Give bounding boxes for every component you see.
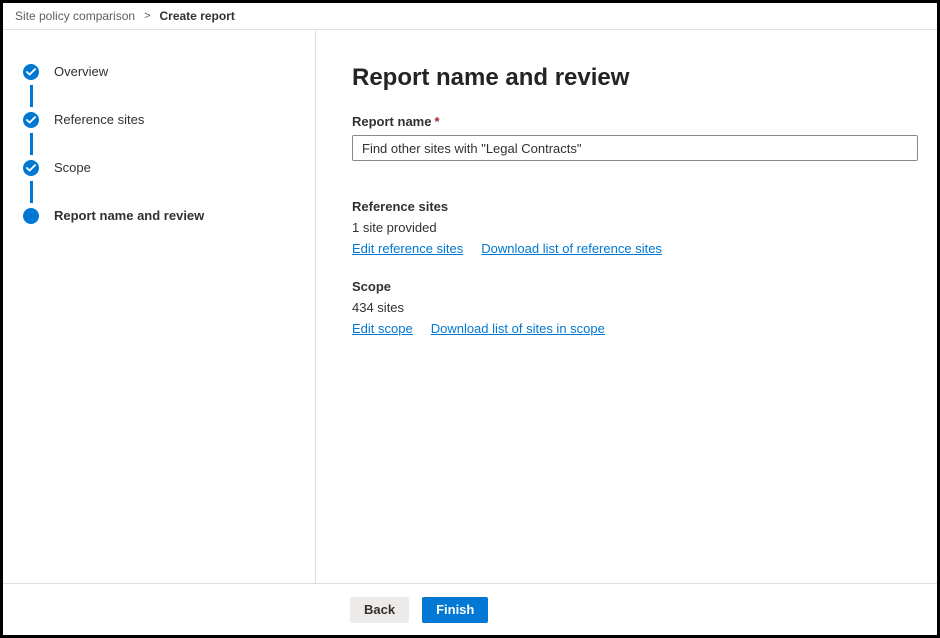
step-label-overview: Overview: [54, 64, 108, 80]
back-button[interactable]: Back: [350, 597, 409, 623]
step-scope[interactable]: Scope: [23, 160, 315, 208]
content-area: Overview Reference sites Scope Report na…: [3, 30, 937, 583]
page-title: Report name and review: [352, 64, 918, 92]
check-icon: [23, 112, 39, 128]
download-sites-in-scope-link[interactable]: Download list of sites in scope: [431, 321, 605, 337]
step-report-name-and-review[interactable]: Report name and review: [23, 208, 315, 224]
check-icon: [23, 64, 39, 80]
scope-summary: 434 sites: [352, 300, 918, 316]
step-reference-sites[interactable]: Reference sites: [23, 112, 315, 160]
wizard-steps-sidebar: Overview Reference sites Scope Report na…: [3, 30, 316, 583]
edit-reference-sites-link[interactable]: Edit reference sites: [352, 241, 463, 257]
step-label-report-name-and-review: Report name and review: [54, 208, 204, 224]
report-name-label-row: Report name*: [352, 114, 918, 129]
required-asterisk: *: [434, 114, 439, 129]
scope-links: Edit scope Download list of sites in sco…: [352, 321, 918, 337]
wizard-footer: Back Finish: [3, 583, 937, 635]
finish-button[interactable]: Finish: [422, 597, 488, 623]
breadcrumb-chevron-icon: >: [144, 10, 150, 22]
download-reference-sites-link[interactable]: Download list of reference sites: [481, 241, 662, 257]
current-step-dot-icon: [23, 208, 39, 224]
create-report-wizard-window: Site policy comparison > Create report O…: [0, 0, 940, 638]
reference-sites-summary: 1 site provided: [352, 220, 918, 236]
main-panel: Report name and review Report name* Refe…: [316, 30, 937, 583]
breadcrumb-item-site-policy-comparison[interactable]: Site policy comparison: [15, 9, 135, 23]
check-icon: [23, 160, 39, 176]
scope-section: Scope 434 sites Edit scope Download list…: [352, 279, 918, 337]
breadcrumb: Site policy comparison > Create report: [3, 3, 937, 30]
edit-scope-link[interactable]: Edit scope: [352, 321, 413, 337]
report-name-field: Report name*: [352, 114, 918, 161]
reference-sites-heading: Reference sites: [352, 199, 918, 215]
reference-sites-links: Edit reference sites Download list of re…: [352, 241, 918, 257]
report-name-label: Report name: [352, 114, 431, 129]
breadcrumb-item-create-report: Create report: [160, 9, 235, 23]
step-overview[interactable]: Overview: [23, 64, 315, 112]
step-label-reference-sites: Reference sites: [54, 112, 144, 128]
reference-sites-section: Reference sites 1 site provided Edit ref…: [352, 199, 918, 257]
report-name-input[interactable]: [352, 135, 918, 161]
step-label-scope: Scope: [54, 160, 91, 176]
scope-heading: Scope: [352, 279, 918, 295]
